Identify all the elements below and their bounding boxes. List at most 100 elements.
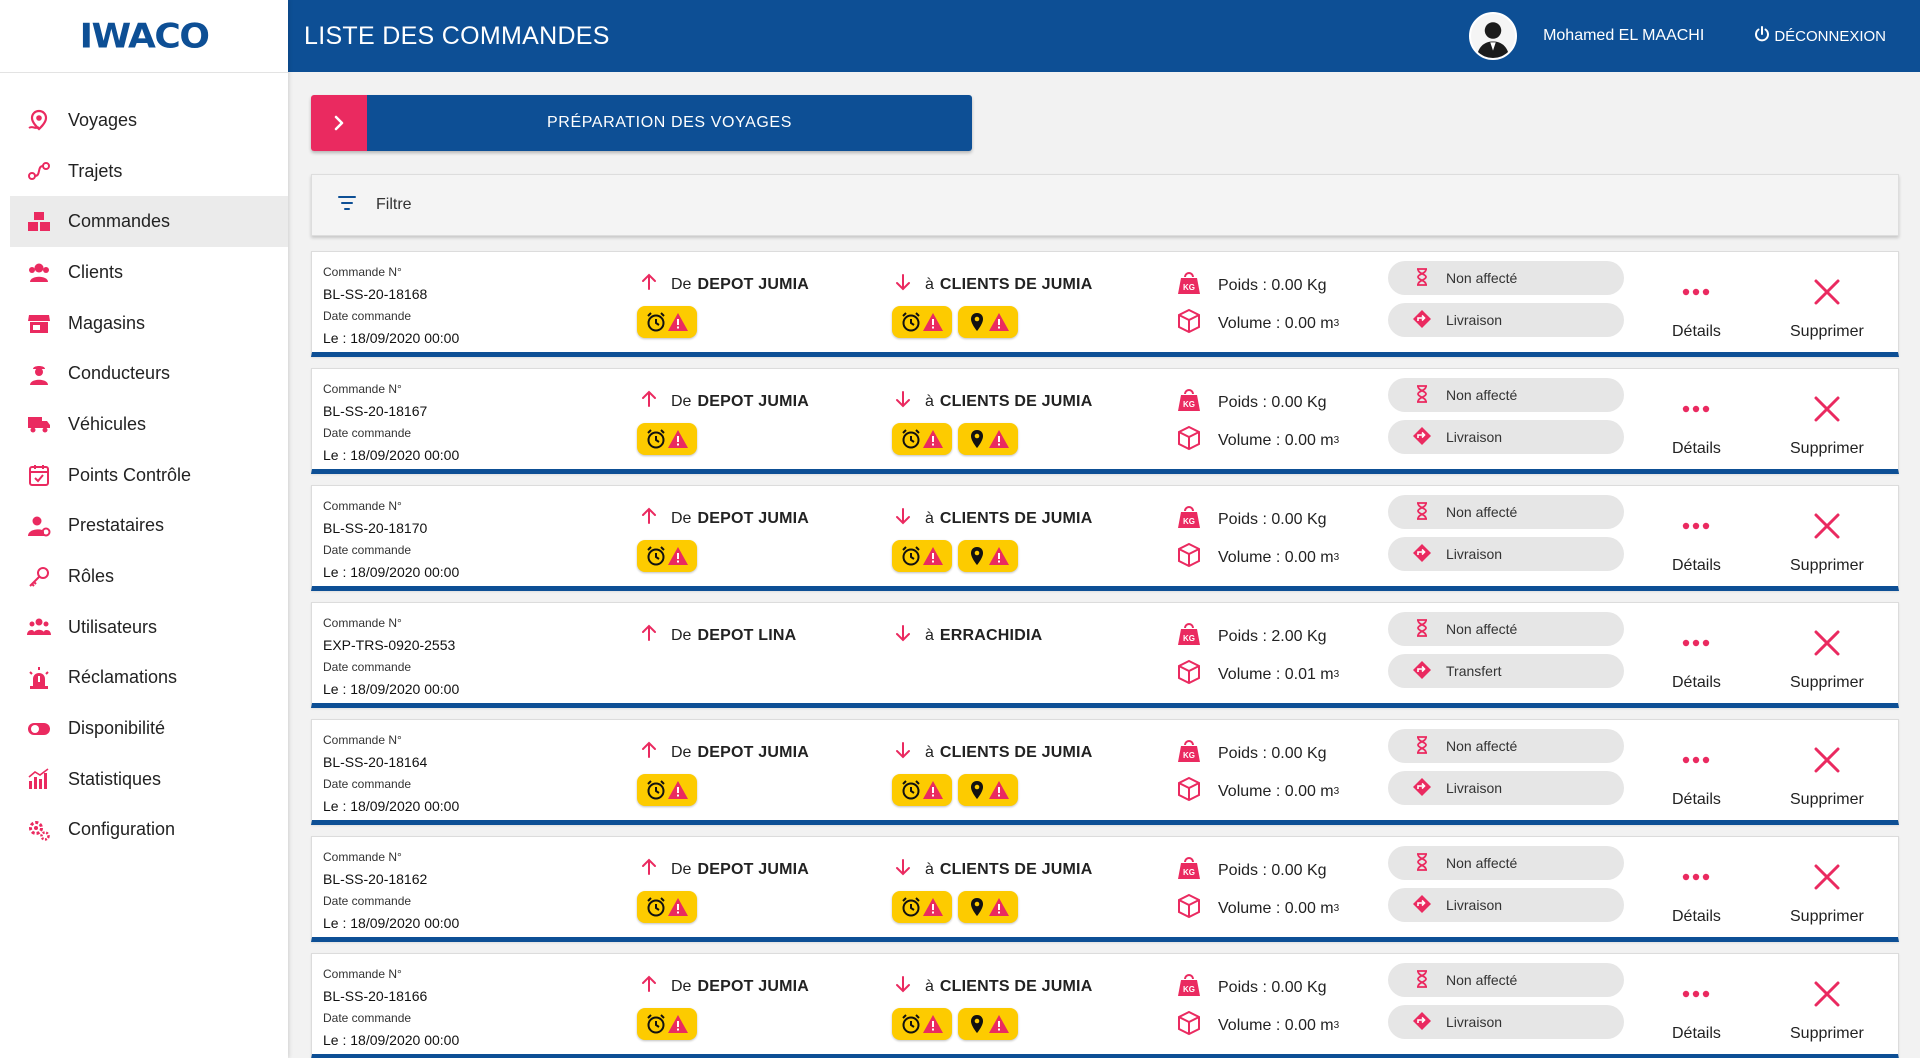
sidebar-item-disponibilite[interactable]: Disponibilité xyxy=(10,703,288,754)
origin-time-alert[interactable] xyxy=(637,540,697,572)
origin-alerts xyxy=(637,540,703,572)
avatar[interactable] xyxy=(1469,12,1518,60)
svg-text:KG: KG xyxy=(1183,517,1195,526)
order-date-label: Date commande xyxy=(323,777,412,791)
destination-name: CLIENTS DE JUMIA xyxy=(939,743,1093,761)
destination-name: CLIENTS DE JUMIA xyxy=(939,392,1093,410)
sidebar-item-prestataires[interactable]: Prestataires xyxy=(10,501,288,552)
origin-time-alert[interactable] xyxy=(637,774,697,806)
destination-prefix: à xyxy=(925,860,934,878)
sidebar-item-magasins[interactable]: Magasins xyxy=(10,298,288,349)
details-button[interactable]: Détails xyxy=(1672,627,1721,692)
weight-prefix: Poids : xyxy=(1218,510,1267,528)
destination-time-alert[interactable] xyxy=(892,1008,952,1040)
destination-time-alert[interactable] xyxy=(892,540,952,572)
destination-location-alert[interactable] xyxy=(958,891,1018,923)
origin-time-alert[interactable] xyxy=(637,423,697,455)
sidebar-item-trajets[interactable]: Trajets xyxy=(10,146,288,197)
sidebar-item-configuration[interactable]: Configuration xyxy=(10,805,288,856)
order-volume: Volume : 0.00 m3 xyxy=(1176,776,1339,807)
origin-time-alert[interactable] xyxy=(637,891,697,923)
order-origin: De DEPOT JUMIA xyxy=(639,974,809,999)
sidebar-item-conducteurs[interactable]: Conducteurs xyxy=(10,348,288,399)
details-button[interactable]: Détails xyxy=(1672,276,1721,341)
order-type-badge: Livraison xyxy=(1388,1005,1624,1039)
delete-button[interactable]: Supprimer xyxy=(1790,978,1864,1043)
delete-button[interactable]: Supprimer xyxy=(1790,276,1864,341)
order-type-badge: Livraison xyxy=(1388,537,1624,571)
order-date: Le : 18/09/2020 00:00 xyxy=(323,915,460,931)
arrow-up-icon xyxy=(639,272,671,297)
assignment-status-label: Non affecté xyxy=(1446,621,1518,637)
order-weight: KG Poids : 0.00 Kg xyxy=(1176,855,1327,886)
sidebar-item-roles[interactable]: Rôles xyxy=(10,551,288,602)
destination-location-alert[interactable] xyxy=(958,306,1018,338)
sidebar-item-points-controle[interactable]: Points Contrôle xyxy=(10,450,288,501)
sidebar-item-label: Rôles xyxy=(68,566,115,587)
bar-chart-icon xyxy=(26,766,52,792)
delete-button[interactable]: Supprimer xyxy=(1790,744,1864,809)
delete-button[interactable]: Supprimer xyxy=(1790,861,1864,926)
prepare-trips-label: PRÉPARATION DES VOYAGES xyxy=(367,95,972,151)
order-destination: à CLIENTS DE JUMIA xyxy=(893,974,1092,999)
volume-value: 0.00 m xyxy=(1284,782,1334,800)
destination-time-alert[interactable] xyxy=(892,774,952,806)
delete-button[interactable]: Supprimer xyxy=(1790,627,1864,692)
destination-location-alert[interactable] xyxy=(958,1008,1018,1040)
warning-icon xyxy=(989,781,1009,799)
volume-box-icon xyxy=(1176,425,1218,456)
sidebar-item-label: Commandes xyxy=(68,211,171,232)
volume-box-icon xyxy=(1176,776,1218,807)
alarm-clock-icon xyxy=(902,780,920,800)
assignment-status-badge: Non affecté xyxy=(1388,261,1624,295)
destination-alerts xyxy=(892,891,1024,923)
origin-time-alert[interactable] xyxy=(637,1008,697,1040)
warning-icon xyxy=(668,898,688,916)
delete-button[interactable]: Supprimer xyxy=(1790,510,1864,575)
sidebar-item-label: Utilisateurs xyxy=(68,616,158,637)
details-button[interactable]: Détails xyxy=(1672,978,1721,1043)
sidebar-item-voyages[interactable]: Voyages xyxy=(10,95,288,146)
weight-value: 0.00 Kg xyxy=(1271,861,1327,879)
filter-bar[interactable]: Filtre xyxy=(311,174,1899,236)
order-destination: à CLIENTS DE JUMIA xyxy=(893,272,1092,297)
weight-prefix: Poids : xyxy=(1218,744,1267,762)
alarm-clock-icon xyxy=(647,312,665,332)
weight-kg-icon: KG xyxy=(1176,855,1218,886)
details-button[interactable]: Détails xyxy=(1672,861,1721,926)
sidebar-item-vehicules[interactable]: Véhicules xyxy=(10,399,288,450)
direction-sign-icon xyxy=(1412,426,1446,449)
details-label: Détails xyxy=(1672,557,1721,574)
destination-location-alert[interactable] xyxy=(958,774,1018,806)
destination-location-alert[interactable] xyxy=(958,423,1018,455)
sidebar-item-reclamations[interactable]: Réclamations xyxy=(10,653,288,704)
destination-time-alert[interactable] xyxy=(892,891,952,923)
details-button[interactable]: Détails xyxy=(1672,744,1721,809)
sidebar-item-commandes[interactable]: Commandes xyxy=(10,196,288,248)
destination-time-alert[interactable] xyxy=(892,423,952,455)
origin-time-alert[interactable] xyxy=(637,306,697,338)
svg-text:KG: KG xyxy=(1183,400,1195,409)
delete-label: Supprimer xyxy=(1790,1025,1864,1042)
hourglass-icon xyxy=(1412,618,1446,641)
origin-alerts xyxy=(637,1008,703,1040)
order-destination: à CLIENTS DE JUMIA xyxy=(893,506,1092,531)
sidebar-item-utilisateurs[interactable]: Utilisateurs xyxy=(10,602,288,653)
weight-value: 0.00 Kg xyxy=(1271,276,1327,294)
sidebar-item-label: Prestataires xyxy=(68,515,165,536)
user-name[interactable]: Mohamed EL MAACHI xyxy=(1543,27,1704,45)
destination-time-alert[interactable] xyxy=(892,306,952,338)
prepare-trips-button[interactable]: PRÉPARATION DES VOYAGES xyxy=(311,95,972,151)
assignment-status-label: Non affecté xyxy=(1446,504,1518,520)
order-date-label: Date commande xyxy=(323,543,412,557)
sidebar-item-clients[interactable]: Clients xyxy=(10,247,288,298)
sidebar-item-statistiques[interactable]: Statistiques xyxy=(10,754,288,805)
details-button[interactable]: Détails xyxy=(1672,510,1721,575)
order-reference: BL-SS-20-18170 xyxy=(323,520,428,536)
destination-location-alert[interactable] xyxy=(958,540,1018,572)
delete-button[interactable]: Supprimer xyxy=(1790,393,1864,458)
alarm-clock-icon xyxy=(902,312,920,332)
logout-button[interactable]: DÉCONNEXION xyxy=(1754,26,1886,46)
details-button[interactable]: Détails xyxy=(1672,393,1721,458)
logo[interactable]: IWACO xyxy=(80,17,210,56)
